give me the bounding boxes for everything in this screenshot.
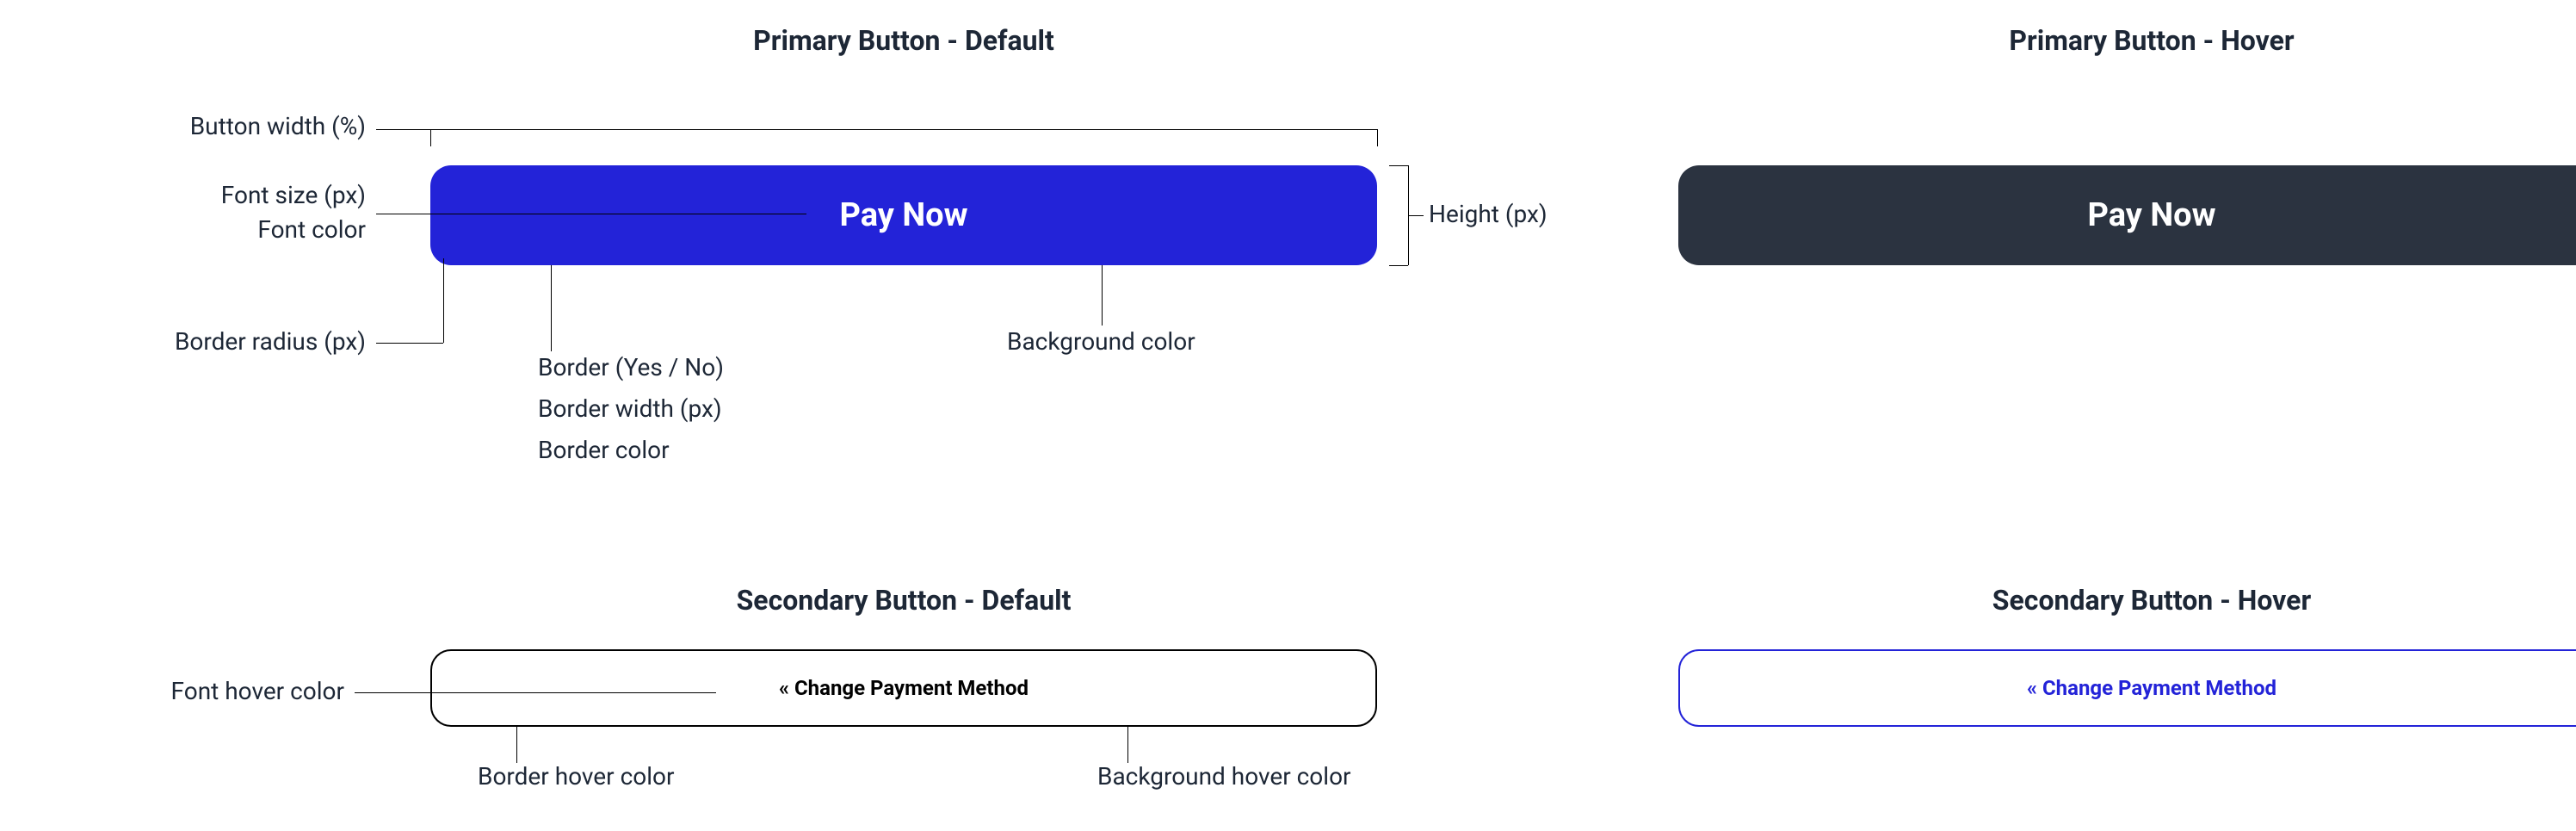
- label-border-hover-color: Border hover color: [478, 762, 674, 791]
- leader-bghover-v: [1127, 727, 1128, 763]
- label-font-color: Font color: [65, 215, 366, 244]
- label-height: Height (px): [1429, 200, 1547, 228]
- leader-height-tick-top: [1389, 165, 1408, 166]
- title-secondary-default: Secondary Button - Default: [430, 584, 1377, 617]
- label-border-width: Border width (px): [538, 394, 722, 423]
- secondary-button-default-label: « Change Payment Method: [779, 676, 1029, 700]
- label-border-color: Border color: [538, 436, 670, 464]
- secondary-button-default[interactable]: « Change Payment Method: [430, 649, 1377, 727]
- title-primary-default: Primary Button - Default: [430, 24, 1377, 57]
- leader-width-top: [430, 129, 1377, 130]
- leader-height-connect: [1408, 215, 1424, 216]
- leader-radius-h: [376, 343, 443, 344]
- label-border-radius: Border radius (px): [65, 327, 366, 356]
- leader-width-tick-right: [1377, 129, 1378, 146]
- label-font-size: Font size (px): [65, 181, 366, 209]
- label-font-hover-color: Font hover color: [43, 677, 344, 705]
- leader-borderhover-v: [516, 727, 517, 763]
- secondary-button-hover[interactable]: « Change Payment Method: [1678, 649, 2576, 727]
- leader-width-tick-left: [430, 129, 431, 146]
- title-primary-hover: Primary Button - Hover: [1678, 24, 2576, 57]
- primary-button-default-label: Pay Now: [839, 196, 967, 234]
- leader-fonthover-line: [355, 692, 716, 693]
- leader-bgcolor-v: [1102, 265, 1103, 326]
- primary-button-hover[interactable]: Pay Now: [1678, 165, 2576, 265]
- secondary-button-hover-label: « Change Payment Method: [2027, 676, 2276, 700]
- label-background-hover-color: Background hover color: [1097, 762, 1351, 791]
- leader-border-v: [551, 265, 552, 351]
- leader-height-tick-bottom: [1389, 265, 1408, 266]
- label-button-width: Button width (%): [65, 112, 366, 140]
- title-secondary-hover: Secondary Button - Hover: [1678, 584, 2576, 617]
- primary-button-hover-label: Pay Now: [2087, 196, 2215, 234]
- label-background-color: Background color: [1007, 327, 1195, 356]
- leader-width-connect: [376, 129, 430, 130]
- label-border-yesno: Border (Yes / No): [538, 353, 724, 381]
- primary-button-default[interactable]: Pay Now: [430, 165, 1377, 265]
- leader-radius-v: [443, 258, 444, 343]
